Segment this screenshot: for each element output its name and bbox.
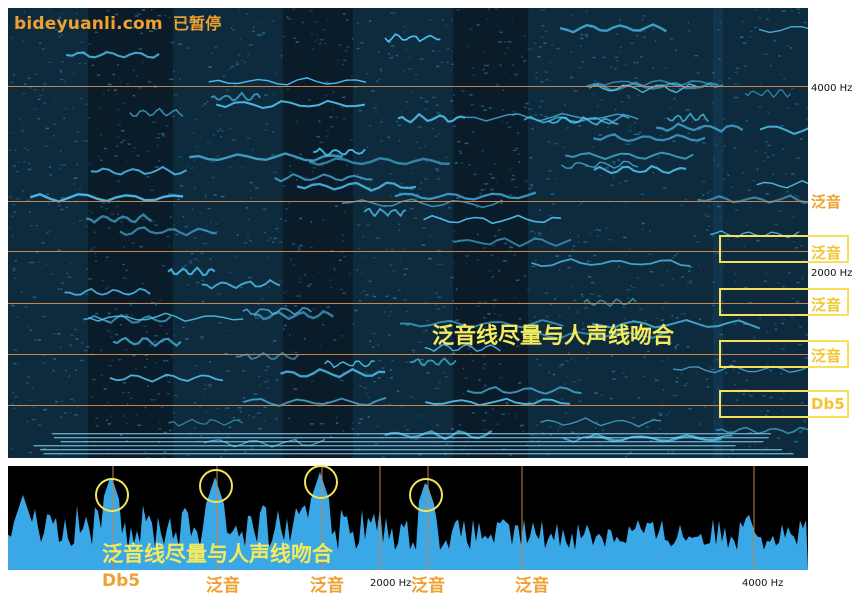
paused-status: 已暂停 (172, 14, 222, 33)
harmonic-label: 泛音 (811, 347, 842, 365)
bottom-label-harmonic: 泛音 (310, 576, 344, 596)
harmonic-line (8, 405, 808, 406)
peak-circle (304, 465, 338, 499)
harmonic-line (8, 303, 808, 304)
watermark: bideyuanli.com 已暂停 (14, 10, 221, 34)
harmonic-label: 泛音 (811, 296, 842, 314)
harmonic-line (8, 86, 808, 87)
harmonic-label: 泛音 (811, 244, 842, 262)
fundamental-label: Db5 (811, 395, 845, 413)
harmonic-line (8, 251, 808, 252)
bottom-label-db5: Db5 (102, 571, 141, 591)
peak-circle (199, 469, 233, 503)
peak-circle (409, 478, 443, 512)
peak-circle (95, 478, 129, 512)
watermark-site: bideyuanli.com (14, 14, 163, 34)
spectrogram-canvas (8, 8, 808, 458)
spectrogram-panel (8, 8, 808, 458)
freq-label-4000: 4000 Hz (811, 83, 853, 94)
freq-label-2000-bottom: 2000 Hz (370, 578, 412, 589)
bottom-label-harmonic: 泛音 (515, 576, 549, 596)
freq-label-4000-bottom: 4000 Hz (742, 578, 784, 589)
spectrogram-annotation: 泛音线尽量与人声线吻合 (432, 324, 675, 349)
harmonic-line (8, 201, 808, 202)
freq-label-2000: 2000 Hz (811, 268, 853, 279)
harmonic-line (8, 354, 808, 355)
bottom-label-harmonic: 泛音 (206, 576, 240, 596)
bottom-label-harmonic: 泛音 (411, 576, 445, 596)
harmonic-label: 泛音 (811, 193, 842, 211)
spectrum-annotation: 泛音线尽量与人声线吻合 (102, 542, 333, 566)
